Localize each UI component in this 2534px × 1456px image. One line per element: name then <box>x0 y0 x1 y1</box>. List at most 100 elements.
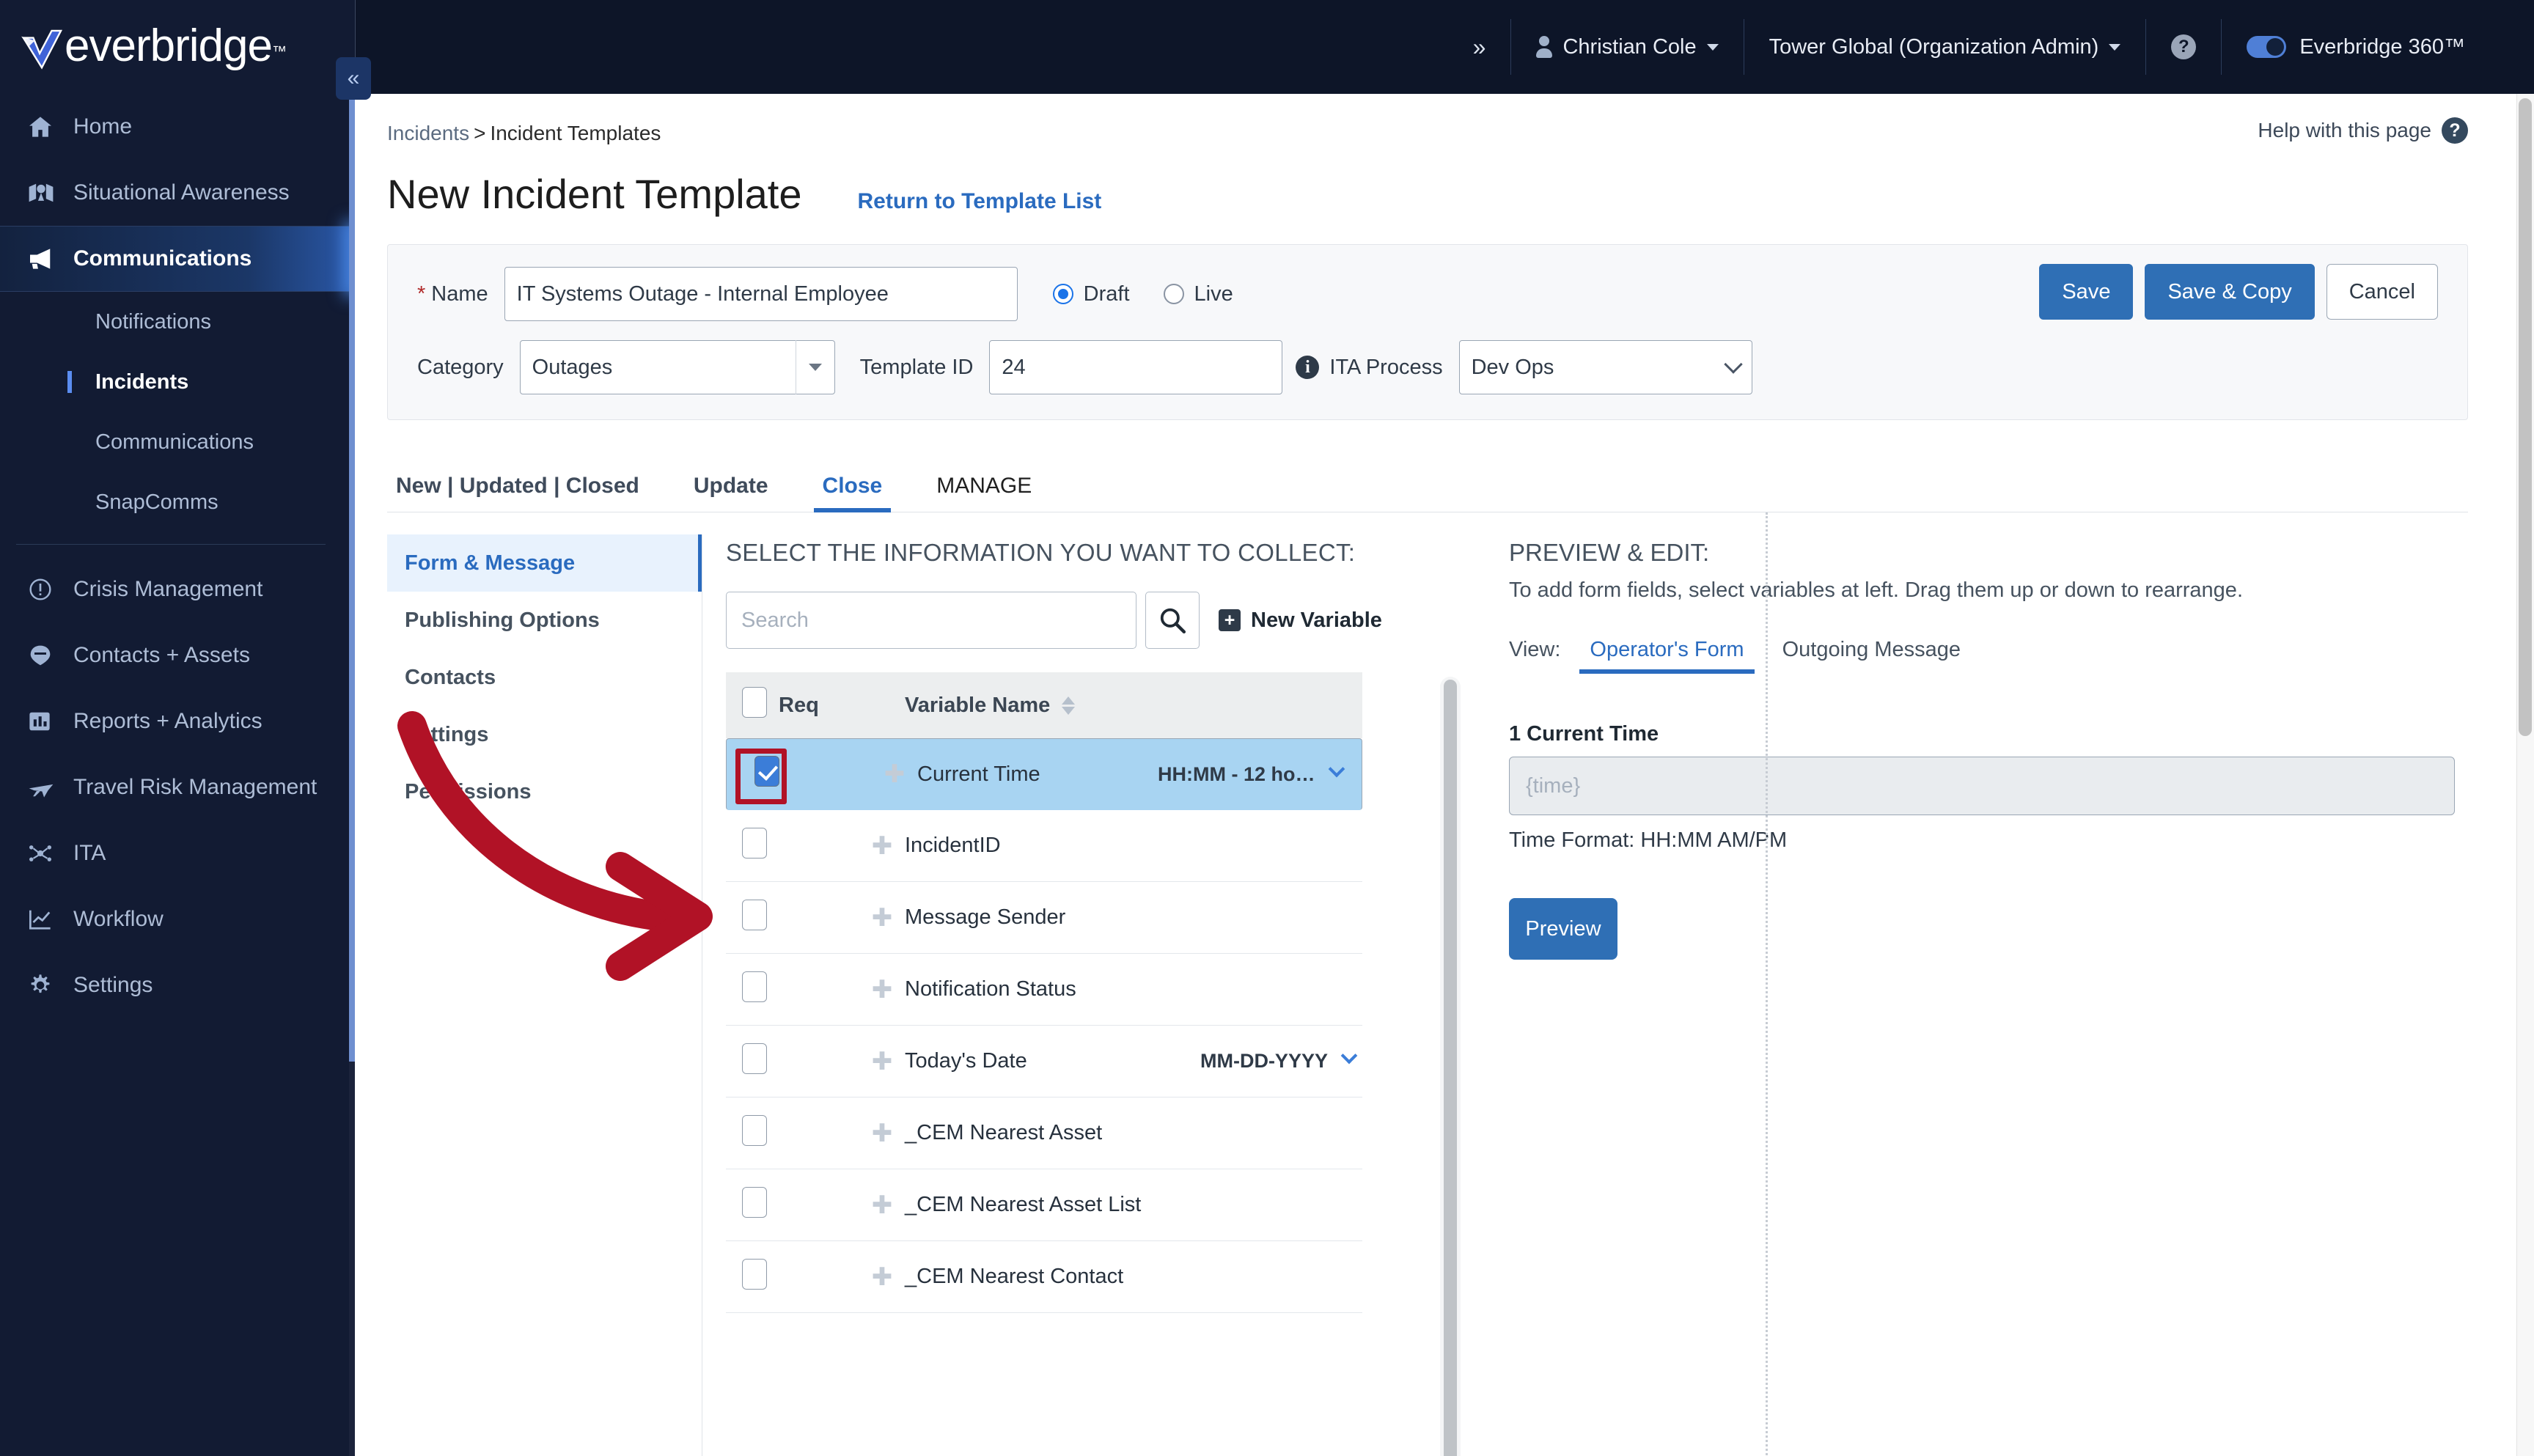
sidebar-scrollbar[interactable] <box>349 94 355 1456</box>
category-select-arrow[interactable] <box>795 340 835 394</box>
row-checkbox-cell[interactable] <box>726 899 779 936</box>
table-row[interactable]: ✚ Current Time HH:MM - 12 ho… <box>726 738 1362 810</box>
info-icon[interactable]: i <box>1296 356 1320 379</box>
view-label: View: <box>1509 638 1561 661</box>
drag-handle[interactable]: ✚ <box>872 762 917 787</box>
everbridge-logo[interactable]: everbridge™ <box>21 23 287 70</box>
row-checkbox[interactable] <box>742 1114 767 1146</box>
ita-process-select[interactable]: Dev Ops <box>1458 340 1752 394</box>
tab-manage[interactable]: MANAGE <box>928 474 1040 512</box>
new-variable-button[interactable]: + New Variable <box>1219 608 1382 633</box>
row-checkbox-cell[interactable] <box>726 1114 779 1152</box>
drag-handle[interactable]: ✚ <box>859 1049 905 1074</box>
sidebar-item-incidents[interactable]: Incidents <box>0 352 355 412</box>
search-input[interactable] <box>726 592 1136 649</box>
page-scrollbar-thumb[interactable] <box>2519 98 2532 736</box>
sidebar-item-crisis-management[interactable]: Crisis Management <box>0 556 355 622</box>
section-settings[interactable]: Settings <box>387 706 702 763</box>
tab-update[interactable]: Update <box>685 474 777 512</box>
column-header-variable-name[interactable]: Variable Name <box>905 694 1157 718</box>
sidebar-item-contacts-assets[interactable]: Contacts + Assets <box>0 622 355 688</box>
drag-handle[interactable]: ✚ <box>859 1265 905 1290</box>
sidebar-item-travel-risk-management[interactable]: Travel Risk Management <box>0 754 355 820</box>
everbridge-360-toggle[interactable]: Everbridge 360™ <box>2222 19 2490 75</box>
drag-handle[interactable]: ✚ <box>859 1193 905 1218</box>
variables-list-scrollbar[interactable] <box>1440 677 1461 1456</box>
template-name-input[interactable] <box>504 267 1018 321</box>
cancel-button[interactable]: Cancel <box>2326 264 2438 320</box>
chevron-down-icon <box>1328 760 1345 777</box>
select-all-checkbox[interactable] <box>742 687 767 718</box>
sidebar-scrollbar-thumb[interactable] <box>349 94 355 1062</box>
sort-arrows-icon[interactable] <box>1062 696 1076 716</box>
organization-selector[interactable]: Tower Global (Organization Admin) <box>1744 19 2146 75</box>
table-row[interactable]: ✚ _CEM Nearest Contact <box>726 1241 1362 1313</box>
tab-operators-form[interactable]: Operator's Form <box>1579 638 1755 674</box>
row-checkbox-cell[interactable] <box>726 1186 779 1224</box>
save-button[interactable]: Save <box>2039 264 2134 320</box>
category-select[interactable]: Outages <box>519 340 835 394</box>
format-dropdown[interactable]: MM-DD-YYYY <box>1157 1047 1362 1073</box>
preview-button[interactable]: Preview <box>1509 898 1617 960</box>
row-checkbox-cell[interactable] <box>726 1043 779 1080</box>
row-checkbox-cell[interactable] <box>726 827 779 864</box>
row-checkbox[interactable] <box>742 971 767 1002</box>
table-row[interactable]: ✚ Today's Date MM-DD-YYYY <box>726 1026 1362 1097</box>
sidebar-item-communications[interactable]: Communications <box>0 226 355 292</box>
overflow-menu-button[interactable]: » <box>1448 19 1511 75</box>
drag-handle[interactable]: ✚ <box>859 1121 905 1146</box>
main-sidebar[interactable]: Home Situational Awareness Communication… <box>0 94 355 1456</box>
section-publishing-options[interactable]: Publishing Options <box>387 592 702 649</box>
help-button[interactable]: ? <box>2146 19 2221 75</box>
return-to-template-list-link[interactable]: Return to Template List <box>858 189 1102 214</box>
category-select-value[interactable]: Outages <box>519 340 835 394</box>
drag-handle[interactable]: ✚ <box>859 905 905 930</box>
row-checkbox[interactable] <box>742 827 767 858</box>
save-and-copy-button[interactable]: Save & Copy <box>2145 264 2315 320</box>
radio-live[interactable]: Live <box>1163 282 1233 306</box>
sidebar-item-workflow[interactable]: Workflow <box>0 886 355 952</box>
radio-draft[interactable]: Draft <box>1052 282 1130 306</box>
user-menu[interactable]: Christian Cole <box>1511 19 1743 75</box>
table-row[interactable]: ✚ _CEM Nearest Asset <box>726 1097 1362 1169</box>
sidebar-item-settings[interactable]: Settings <box>0 952 355 1018</box>
row-checkbox[interactable] <box>742 1043 767 1074</box>
status-radio-group[interactable]: Draft Live <box>1052 282 1267 306</box>
section-contacts[interactable]: Contacts <box>387 649 702 706</box>
breadcrumb-incidents-link[interactable]: Incidents <box>387 122 469 144</box>
row-checkbox-cell[interactable] <box>726 971 779 1008</box>
preview-edit-panel: PREVIEW & EDIT: To add form fields, sele… <box>1436 512 2468 1313</box>
sidebar-item-home[interactable]: Home <box>0 94 355 160</box>
preview-field-input[interactable]: {time} <box>1509 757 2455 815</box>
row-checkbox[interactable] <box>742 1258 767 1290</box>
section-permissions[interactable]: Permissions <box>387 763 702 820</box>
sidebar-item-ita[interactable]: ITA <box>0 820 355 886</box>
sidebar-item-reports-analytics[interactable]: Reports + Analytics <box>0 688 355 754</box>
row-checkbox[interactable] <box>742 899 767 930</box>
variables-list-scrollbar-thumb[interactable] <box>1444 680 1457 1456</box>
table-row[interactable]: ✚ Message Sender <box>726 882 1362 954</box>
sidebar-item-communications-sub[interactable]: Communications <box>0 412 355 472</box>
row-checkbox[interactable] <box>742 1186 767 1218</box>
row-checkbox[interactable] <box>754 756 779 787</box>
format-dropdown[interactable]: HH:MM - 12 ho… <box>1145 760 1350 786</box>
sidebar-item-notifications[interactable]: Notifications <box>0 292 355 352</box>
table-row[interactable]: ✚ Notification Status <box>726 954 1362 1026</box>
search-button[interactable] <box>1145 592 1200 649</box>
drag-handle[interactable]: ✚ <box>859 834 905 858</box>
section-form-and-message[interactable]: Form & Message <box>387 534 702 592</box>
select-all-cell[interactable] <box>726 687 779 724</box>
row-checkbox-cell[interactable] <box>735 749 791 804</box>
template-id-input[interactable] <box>989 340 1283 394</box>
table-row[interactable]: ✚ _CEM Nearest Asset List <box>726 1169 1362 1241</box>
sidebar-collapse-button[interactable]: « <box>336 57 371 100</box>
sidebar-item-situational-awareness[interactable]: Situational Awareness <box>0 160 355 226</box>
sidebar-item-snapcomms[interactable]: SnapComms <box>0 472 355 532</box>
tab-close[interactable]: Close <box>813 474 892 512</box>
tab-outgoing-message[interactable]: Outgoing Message <box>1772 638 1971 674</box>
drag-handle[interactable]: ✚ <box>859 977 905 1002</box>
tab-new-updated-closed[interactable]: New | Updated | Closed <box>387 474 648 512</box>
row-checkbox-cell[interactable] <box>726 1258 779 1295</box>
help-with-page-link[interactable]: Help with this page ? <box>2258 117 2468 144</box>
table-row[interactable]: ✚ IncidentID <box>726 810 1362 882</box>
